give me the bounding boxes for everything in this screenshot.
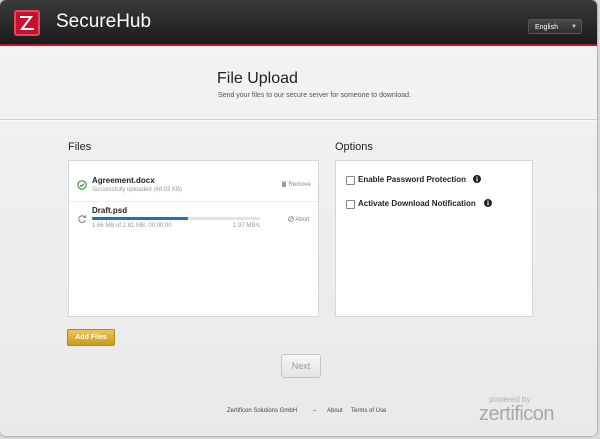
logo-z-icon bbox=[20, 16, 34, 30]
file-name: Agreement.docx bbox=[92, 176, 155, 185]
zertificon-brand: zertificon bbox=[479, 403, 555, 425]
cancel-icon bbox=[288, 216, 294, 222]
refresh-icon bbox=[78, 215, 87, 224]
download-notification-checkbox[interactable] bbox=[346, 200, 355, 209]
info-icon[interactable] bbox=[473, 175, 481, 183]
option-label: Activate Download Notification bbox=[358, 199, 476, 208]
check-circle-icon bbox=[77, 180, 87, 190]
footer-terms-link[interactable]: Terms of Use bbox=[351, 408, 386, 414]
upload-progress-bar bbox=[92, 217, 260, 220]
footer-about-link[interactable]: About bbox=[327, 408, 343, 414]
app-title: SecureHub bbox=[56, 11, 152, 32]
file-row-draft: Draft.psd 1.66 MB of 2.81 MB, 00:00:00 1… bbox=[69, 202, 318, 242]
upload-progress-fill bbox=[92, 217, 188, 220]
files-heading: Files bbox=[68, 141, 92, 153]
options-heading: Options bbox=[335, 141, 373, 153]
file-status: Successfully uploaded (66.03 KB) bbox=[92, 187, 183, 193]
file-row-agreement: Agreement.docx Successfully uploaded (66… bbox=[69, 161, 318, 202]
file-status: 1.66 MB of 2.81 MB, 00:00:00 bbox=[92, 223, 172, 229]
page-title: File Upload bbox=[217, 70, 298, 87]
zertificon-logo bbox=[14, 10, 40, 36]
file-name: Draft.psd bbox=[92, 206, 128, 215]
files-panel: Agreement.docx Successfully uploaded (66… bbox=[68, 160, 319, 317]
add-files-button[interactable]: Add Files bbox=[67, 329, 115, 346]
abort-label: Abort bbox=[295, 217, 310, 223]
top-bar: SecureHub English ▼ bbox=[0, 0, 597, 46]
upload-speed: 1.97 MB/s bbox=[233, 223, 261, 229]
options-panel: Enable Password Protection Activate Down… bbox=[335, 160, 533, 317]
language-selected-value: English bbox=[535, 24, 558, 31]
language-select[interactable]: English ▼ bbox=[528, 19, 582, 34]
chevron-down-icon: ▼ bbox=[571, 24, 577, 30]
next-button[interactable]: Next bbox=[281, 354, 321, 378]
remove-file-button[interactable]: Remove bbox=[281, 181, 311, 188]
footer-company: Zertificon Solutions GmbH bbox=[227, 408, 298, 414]
trash-icon bbox=[281, 181, 287, 187]
option-label: Enable Password Protection bbox=[358, 175, 467, 184]
info-icon[interactable] bbox=[484, 199, 492, 207]
remove-label: Remove bbox=[288, 182, 312, 188]
password-protection-checkbox[interactable] bbox=[346, 176, 355, 185]
page-subtitle: Send your files to our secure server for… bbox=[218, 92, 411, 99]
abort-upload-button[interactable]: Abort bbox=[288, 216, 310, 223]
footer-separator: – bbox=[313, 408, 317, 414]
app-window: SecureHub English ▼ File Upload Send you… bbox=[0, 0, 597, 436]
header-divider bbox=[0, 119, 597, 121]
